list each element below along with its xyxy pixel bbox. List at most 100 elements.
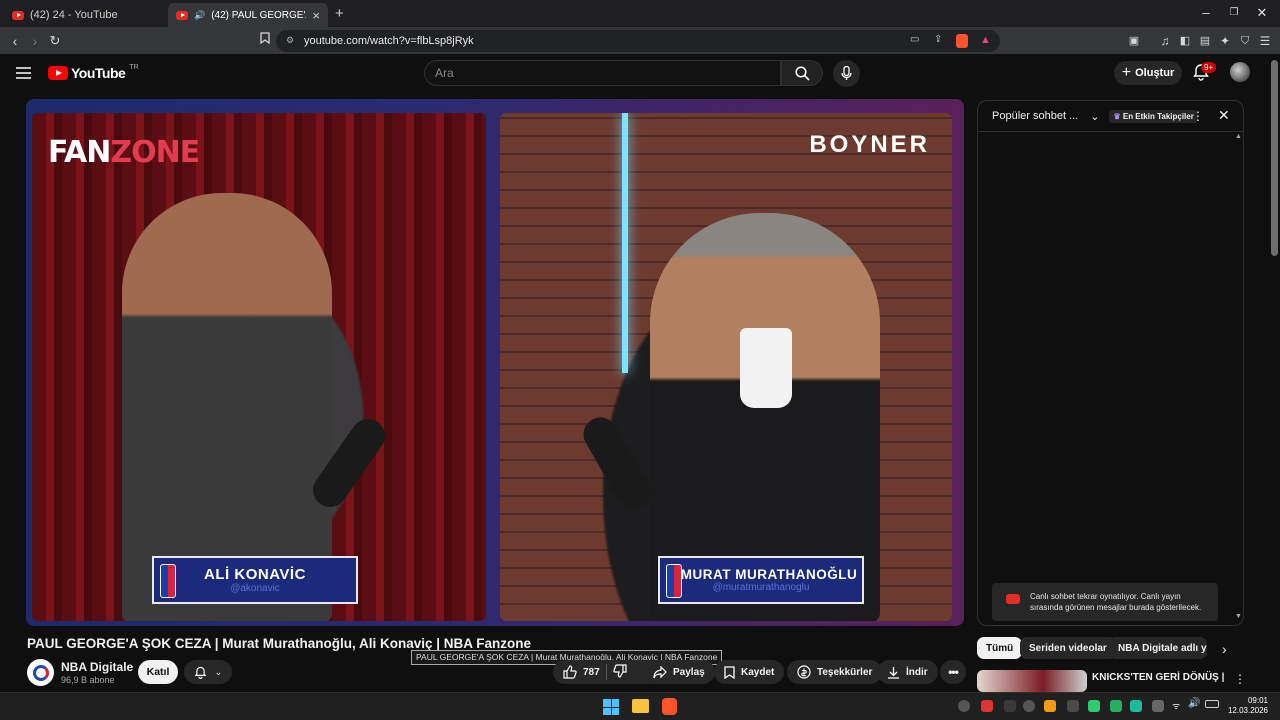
minimize-icon[interactable]: –	[1196, 5, 1216, 20]
voice-search-button[interactable]	[833, 60, 860, 87]
tray-app-icon[interactable]	[1130, 700, 1142, 712]
scroll-up-icon[interactable]: ▲	[1235, 133, 1242, 140]
search-placeholder: Ara	[435, 66, 454, 80]
wallet-icon[interactable]: ▤	[1196, 32, 1214, 50]
save-button[interactable]: Kaydet	[714, 660, 785, 684]
youtube-favicon-icon	[176, 10, 188, 20]
music-icon[interactable]: ♫	[1156, 32, 1174, 50]
page-scrollbar[interactable]	[1271, 60, 1278, 256]
chip-channel-uploads[interactable]: NBA Digitale adlı yük	[1109, 637, 1207, 659]
windows-start-icon[interactable]	[603, 699, 619, 715]
create-button[interactable]: + Oluştur	[1114, 61, 1182, 85]
chip-all[interactable]: Tümü	[977, 637, 1023, 659]
chat-header: Popüler sohbet ... ⌄ ♛ En Etkin Takipçil…	[978, 101, 1243, 132]
tab-youtube-24[interactable]: (42) 24 - YouTube	[4, 3, 164, 27]
user-avatar[interactable]	[1230, 62, 1250, 82]
rewards-icon[interactable]: ▲	[980, 34, 991, 46]
chat-scrollbar[interactable]: ▲ ▼	[1235, 133, 1242, 620]
search-button[interactable]	[781, 60, 823, 86]
share-icon	[653, 665, 667, 678]
site-info-icon[interactable]: ⚙	[286, 35, 294, 46]
region-code: TR	[129, 63, 139, 71]
nametag-right: MURAT MURATHANOĞLU @muratmurathanoglu	[658, 556, 864, 604]
scroll-down-icon[interactable]: ▼	[1235, 613, 1242, 620]
leo-icon[interactable]: ✦	[1216, 32, 1234, 50]
hamburger-menu-icon[interactable]	[16, 66, 31, 84]
share-button[interactable]: Paylaş	[643, 660, 715, 684]
thanks-button[interactable]: Teşekkürler	[787, 660, 883, 684]
forward-icon[interactable]: ›	[26, 32, 44, 50]
fanzone-logo-part-a: FAN	[48, 135, 111, 170]
cast-icon[interactable]: ▭	[910, 34, 919, 45]
more-vertical-icon[interactable]: ⋮	[1234, 672, 1246, 686]
tray-app-icon[interactable]	[1044, 700, 1056, 712]
close-chat-icon[interactable]: ✕	[1218, 107, 1230, 124]
system-clock[interactable]: 09:01 12.03.2026	[1228, 696, 1268, 716]
speaker-icon: 🔊	[194, 9, 206, 20]
download-icon	[888, 666, 899, 679]
youtube-logo[interactable]: YouTube TR	[48, 63, 139, 81]
tab-current-video[interactable]: 🔊 (42) PAUL GEORGE'A ŞOK CE ×	[168, 3, 328, 27]
clock-date: 12.03.2026	[1227, 706, 1268, 715]
channel-name[interactable]: NBA Digitale	[61, 660, 133, 674]
thumbs-down-icon	[613, 663, 627, 678]
chip-series-videos[interactable]: Seriden videolar	[1020, 637, 1116, 659]
brave-browser-icon[interactable]	[662, 698, 677, 715]
crown-icon: ♛	[1113, 111, 1121, 121]
fanzone-logo: FANZONE	[48, 135, 200, 170]
channel-avatar[interactable]	[27, 659, 54, 686]
close-window-icon[interactable]: ✕	[1252, 5, 1272, 21]
chevron-right-icon[interactable]: ›	[1222, 641, 1227, 657]
tray-app-icon[interactable]	[1152, 700, 1164, 712]
microphone-right	[577, 411, 657, 515]
wifi-icon[interactable]: ᯤ	[1172, 699, 1180, 712]
nametag-left: ALİ KONAVİC @akonavic	[152, 556, 358, 604]
super-thanks-icon	[797, 665, 811, 679]
file-explorer-icon[interactable]	[632, 699, 649, 713]
recommended-video-title[interactable]: KNICKS'TEN GERİ DÖNÜŞ |	[1092, 672, 1224, 683]
recommended-video-thumbnail[interactable]	[977, 670, 1087, 692]
menu-icon[interactable]: ☰	[1256, 32, 1274, 50]
tray-app-icon[interactable]	[1110, 700, 1122, 712]
more-horizontal-icon: •••	[948, 665, 959, 679]
share-icon[interactable]: ⇪	[934, 34, 942, 45]
more-vertical-icon[interactable]: ⋮	[1192, 109, 1204, 123]
battery-icon[interactable]	[1205, 700, 1219, 708]
tray-app-icon[interactable]	[1088, 700, 1100, 712]
bell-icon	[194, 666, 207, 679]
reload-icon[interactable]: ↻	[46, 32, 64, 50]
close-tab-icon[interactable]: ×	[312, 8, 320, 23]
screenshot-icon[interactable]: ▣	[1125, 32, 1143, 50]
nba-logo-icon	[160, 564, 176, 598]
chevron-down-icon[interactable]: ⌄	[1090, 110, 1099, 123]
top-fans-badge[interactable]: ♛ En Etkin Takipçiler	[1109, 109, 1198, 123]
tray-app-icon[interactable]	[981, 700, 993, 712]
vpn-icon[interactable]: ⛉	[1236, 32, 1254, 50]
more-actions-button[interactable]: •••	[940, 660, 966, 684]
address-bar[interactable]: ⚙ youtube.com/watch?v=flbLsp8jRyk ▭ ⇪ ▲	[276, 30, 1000, 52]
like-button[interactable]: 787	[563, 665, 600, 679]
tray-app-icon[interactable]	[958, 700, 970, 712]
tab-label: (42) 24 - YouTube	[30, 9, 118, 21]
chat-mode-select[interactable]: Popüler sohbet ...	[992, 110, 1078, 122]
nametag-left-handle: @akonavic	[230, 583, 280, 594]
download-button[interactable]: İndir	[877, 660, 938, 684]
new-tab-icon[interactable]: +	[335, 5, 344, 22]
video-player[interactable]: FANZONE ALİ KONAVİC @akonavic BOYNER MUR…	[26, 99, 964, 626]
join-button[interactable]: Katıl	[138, 660, 178, 684]
tray-app-icon[interactable]	[1023, 700, 1035, 712]
chat-replay-text: Canlı sohbet tekrar oynatılıyor. Canlı y…	[1030, 592, 1202, 612]
video-title: PAUL GEORGE'A ŞOK CEZA | Murat Murathano…	[27, 636, 532, 651]
browser-toolbar: ‹ › ↻ ⚙ youtube.com/watch?v=flbLsp8jRyk …	[0, 27, 1280, 54]
sidebar-icon[interactable]: ◧	[1176, 32, 1194, 50]
brave-shield-icon[interactable]	[956, 34, 968, 48]
tray-app-icon[interactable]	[1067, 700, 1079, 712]
volume-icon[interactable]: 🔊	[1188, 698, 1200, 709]
restore-icon[interactable]: ❐	[1224, 7, 1244, 18]
tray-app-icon[interactable]	[1004, 700, 1016, 712]
subscription-bell-button[interactable]: ⌄	[184, 660, 232, 684]
dislike-button[interactable]	[613, 663, 627, 681]
search-input[interactable]: Ara	[424, 60, 781, 86]
back-icon[interactable]: ‹	[6, 32, 24, 50]
bookmark-icon[interactable]	[256, 32, 274, 50]
